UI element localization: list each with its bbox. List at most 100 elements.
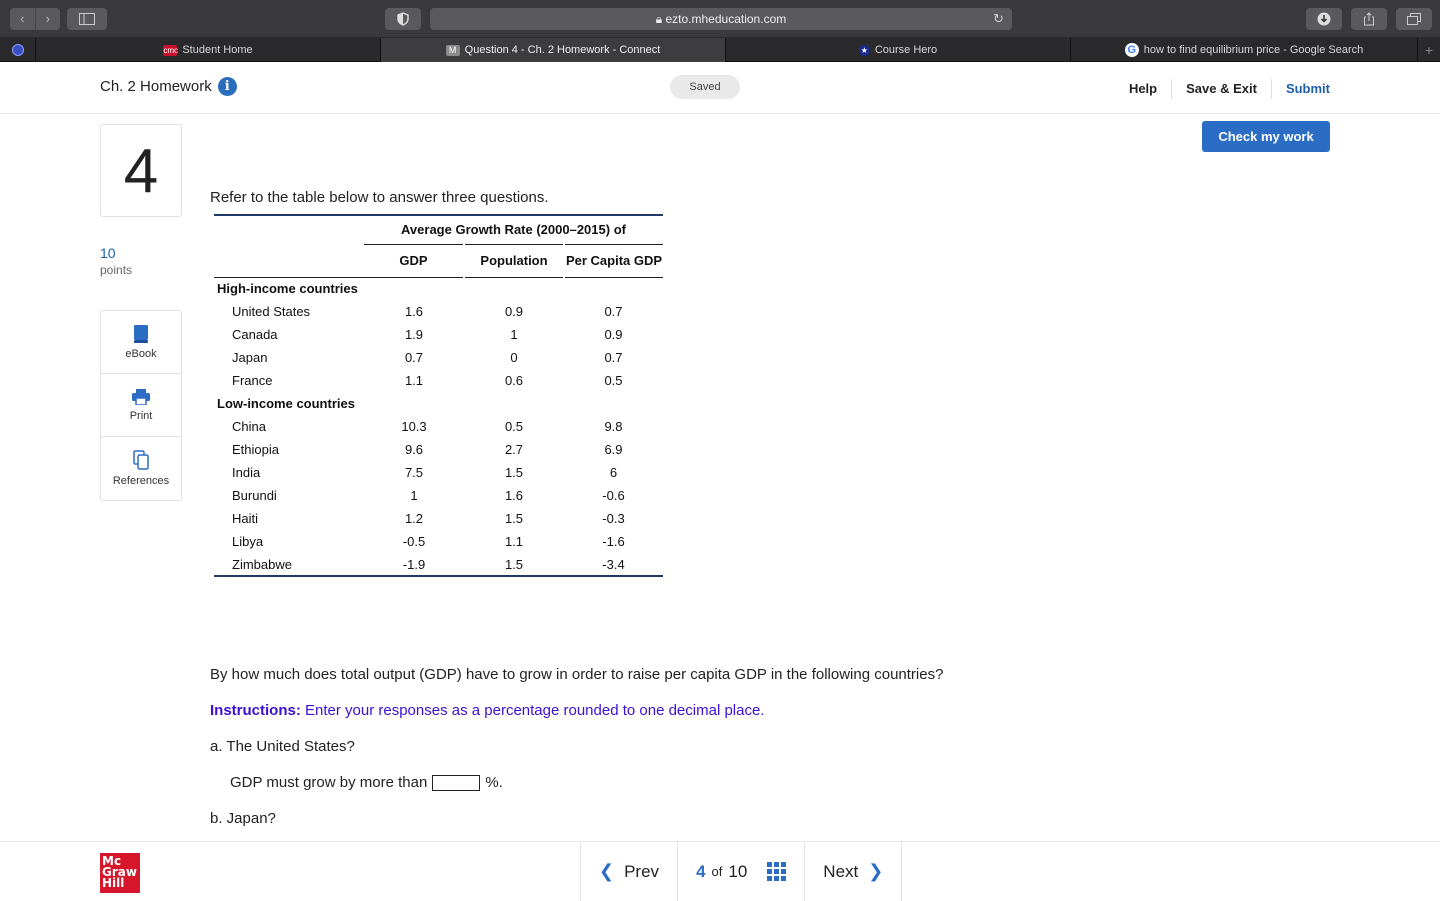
header-actions: Help Save & Exit Submit	[1115, 79, 1330, 99]
population-value: 1	[510, 327, 518, 342]
population-value: 2.7	[504, 442, 524, 457]
gdp-value: 9.6	[404, 442, 424, 457]
nav-buttons: ‹ ›	[10, 8, 60, 30]
instructions-text: Enter your responses as a percentage rou…	[305, 702, 765, 719]
population-value: 1.5	[504, 465, 524, 480]
tab-label: Student Home	[182, 44, 253, 56]
table-row: Haiti 1.2 1.5 -0.3	[214, 507, 663, 530]
address-bar[interactable]: 🔒︎ ezto.mheducation.com ↻	[430, 8, 1012, 30]
ebook-icon	[134, 324, 148, 343]
population-value: 1.6	[504, 488, 524, 503]
print-label: Print	[129, 409, 153, 422]
shield-icon[interactable]	[385, 8, 421, 30]
google-favicon-icon: G	[1124, 43, 1139, 57]
gdp-value: -1.9	[364, 553, 464, 577]
per-capita-value: 9.8	[604, 419, 623, 434]
tab-overview-icon[interactable]	[1396, 8, 1432, 30]
gdp-value: 1.9	[404, 327, 424, 342]
chevron-left-icon: ❮	[599, 861, 615, 881]
grid-icon	[767, 862, 787, 881]
tab-label: Question 4 - Ch. 2 Homework - Connect	[464, 44, 661, 56]
country-name: Ethiopia	[232, 442, 279, 457]
per-capita-value: 0.7	[604, 350, 623, 365]
table-header-row: GDP Population Per Capita GDP	[214, 243, 663, 278]
country-name: Zimbabwe	[214, 553, 364, 577]
footer-nav: Mc Graw Hill ❮ Prev 4 of 10 Next ❯	[0, 841, 1440, 901]
download-icon[interactable]	[1306, 8, 1342, 30]
browser-toolbar: ‹ › 🔒︎ ezto.mheducation.com ↻	[0, 0, 1440, 38]
browser-tabbar: cmc Student Home M Question 4 - Ch. 2 Ho…	[0, 38, 1440, 62]
tab-google-search[interactable]: G how to find equilibrium price - Google…	[1071, 38, 1418, 62]
question-tools: eBook Print References	[100, 310, 182, 501]
tab-label: Course Hero	[874, 44, 938, 56]
reload-icon[interactable]: ↻	[993, 8, 1004, 30]
column-header-gdp: GDP	[364, 243, 464, 278]
points-value: 10	[100, 245, 116, 261]
per-capita-value: -3.4	[564, 553, 663, 577]
part-a-label: a. The United States?	[210, 738, 355, 755]
tab-course-hero[interactable]: ★ Course Hero	[726, 38, 1071, 62]
population-value: 0.6	[504, 373, 524, 388]
gdp-value: 0.7	[404, 350, 424, 365]
question-prompt: Refer to the table below to answer three…	[210, 189, 549, 206]
table-row: India 7.5 1.5 6	[214, 461, 663, 484]
assignment-title-text: Ch. 2 Homework	[100, 78, 212, 95]
assignment-header: Ch. 2 Homework i Saved Help Save & Exit …	[0, 63, 1440, 114]
submit-link[interactable]: Submit	[1272, 79, 1330, 99]
info-icon[interactable]: i	[217, 77, 237, 96]
forward-icon[interactable]: ›	[36, 8, 61, 30]
save-exit-link[interactable]: Save & Exit	[1172, 79, 1272, 99]
column-header-per-capita-gdp: Per Capita GDP	[563, 243, 663, 278]
country-name: Burundi	[232, 488, 277, 503]
ebook-button[interactable]: eBook	[101, 311, 181, 374]
current-page: 4	[696, 861, 706, 881]
question-picker[interactable]: 4 of 10	[677, 842, 804, 901]
answer-input-us[interactable]	[432, 774, 481, 791]
table-row: Burundi 1 1.6 -0.6	[214, 484, 663, 507]
share-icon[interactable]	[1351, 8, 1387, 30]
tab-student-home[interactable]: cmc Student Home	[36, 38, 381, 62]
country-name: China	[232, 419, 266, 434]
table-row: Japan 0.7 0 0.7	[214, 346, 663, 369]
back-icon[interactable]: ‹	[10, 8, 36, 30]
saved-status-badge: Saved	[670, 75, 740, 99]
references-button[interactable]: References	[101, 437, 181, 500]
new-tab-icon[interactable]: +	[1418, 38, 1440, 62]
prev-button[interactable]: ❮ Prev	[580, 842, 677, 901]
print-button[interactable]: Print	[101, 374, 181, 437]
check-my-work-button[interactable]: Check my work	[1202, 121, 1330, 152]
sidebar-toggle-icon[interactable]	[67, 8, 107, 30]
pinned-tab[interactable]	[0, 38, 36, 62]
of-label: of	[711, 864, 723, 879]
country-name: France	[232, 373, 273, 388]
group-header-high-income: High-income countries	[217, 281, 358, 297]
tab-question-4[interactable]: M Question 4 - Ch. 2 Homework - Connect	[381, 38, 726, 62]
per-capita-value: 6.9	[604, 442, 623, 457]
gdp-value: 1.2	[404, 511, 424, 526]
per-capita-value: 0.7	[604, 304, 623, 319]
country-name: Japan	[232, 350, 268, 365]
next-button[interactable]: Next ❯	[804, 842, 903, 901]
per-capita-value: -0.6	[602, 488, 625, 503]
chevron-right-icon: ❯	[868, 861, 884, 881]
gdp-value: 10.3	[401, 419, 427, 434]
population-value: 1.5	[464, 553, 564, 577]
population-value: 0	[510, 350, 518, 365]
table-row: Ethiopia 9.6 2.7 6.9	[214, 438, 663, 461]
table-span-header: Average Growth Rate (2000–2015) of	[401, 222, 626, 238]
tab-label: how to find equilibrium price - Google S…	[1143, 44, 1364, 56]
country-name: United States	[232, 304, 311, 319]
help-link[interactable]: Help	[1115, 79, 1173, 99]
per-capita-value: -1.6	[602, 534, 625, 549]
ebook-label: eBook	[125, 347, 157, 360]
per-capita-value: 0.9	[604, 327, 623, 342]
total-pages: 10	[728, 861, 748, 881]
prev-label: Prev	[624, 861, 660, 881]
per-capita-value: 6	[609, 465, 618, 480]
population-value: 1.1	[504, 534, 524, 549]
gdp-value: 1	[410, 488, 418, 503]
lock-icon: 🔒︎	[655, 12, 663, 26]
print-icon	[132, 388, 150, 405]
assignment-title: Ch. 2 Homework i	[100, 77, 237, 96]
instructions-label: Instructions:	[210, 702, 301, 719]
